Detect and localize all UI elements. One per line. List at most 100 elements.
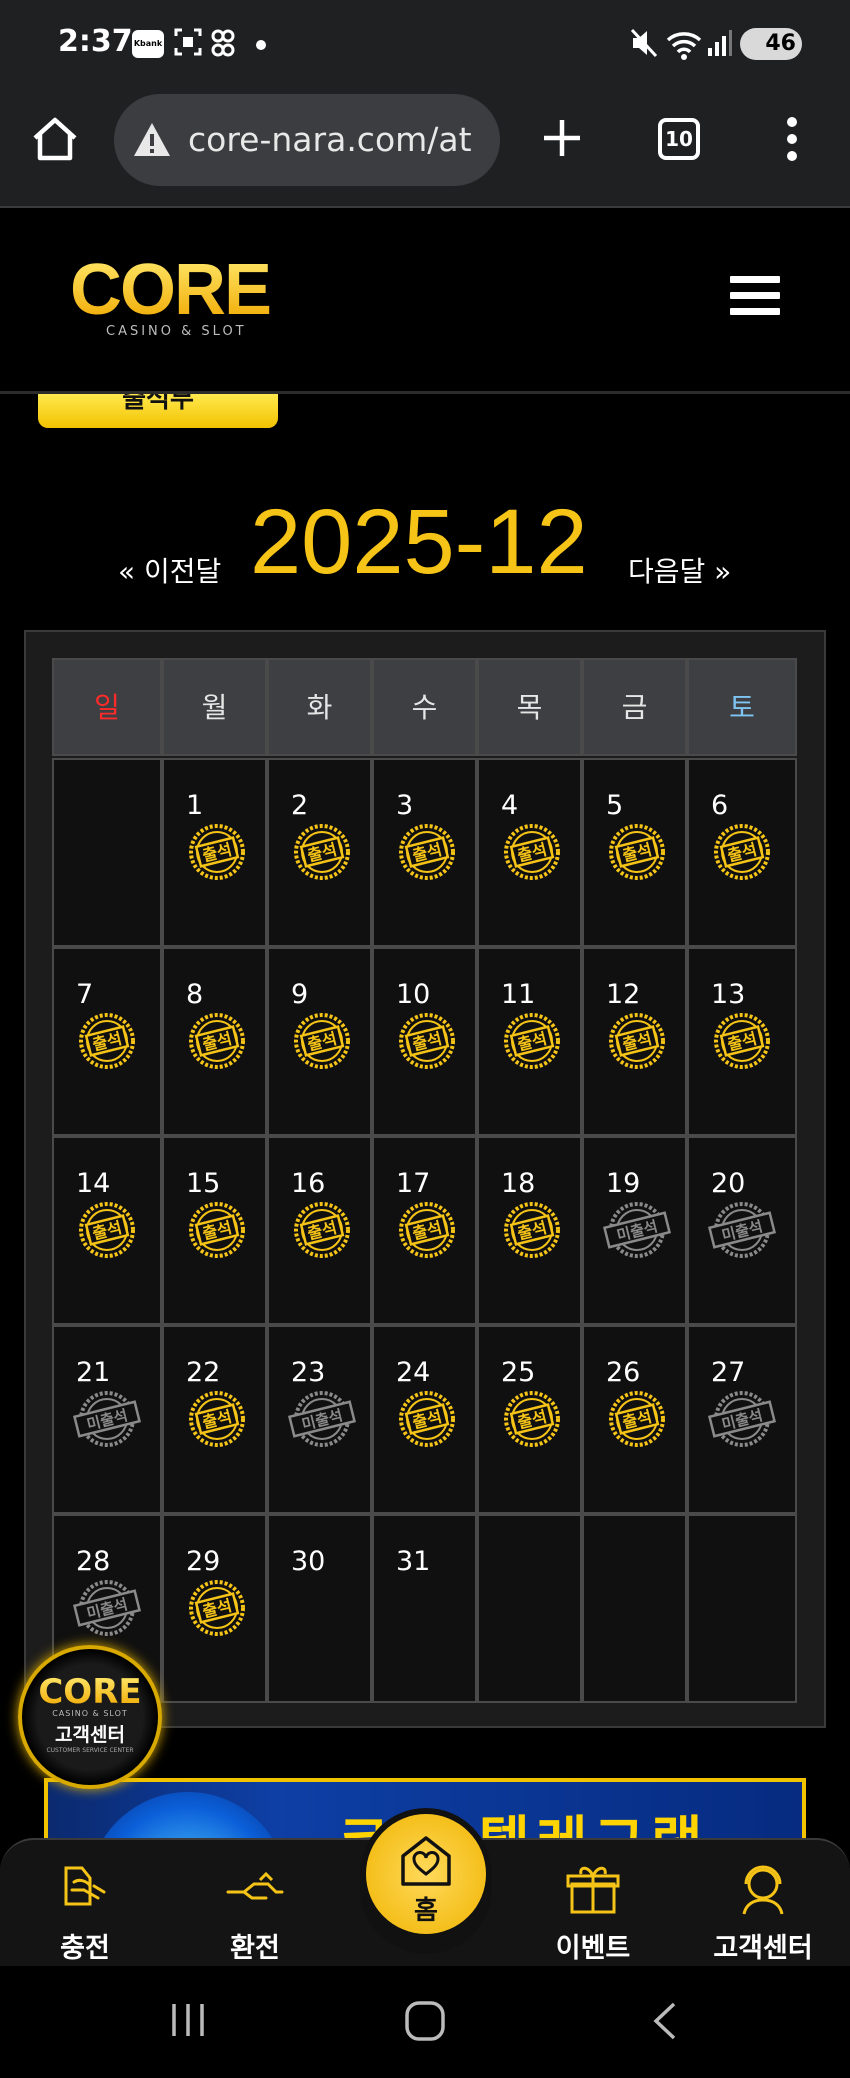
- nav-event[interactable]: 이벤트: [528, 1858, 658, 1965]
- calendar-day-cell: 23 미출석: [267, 1325, 372, 1514]
- calendar-day-cell: 13 출석: [687, 947, 797, 1136]
- absent-stamp-icon: 미출석: [707, 1391, 777, 1447]
- status-bar: 2:37 Kbank 46: [0, 0, 850, 90]
- calendar-day-cell: 20 미출석: [687, 1136, 797, 1325]
- attendance-book-label: 출석부: [122, 394, 194, 414]
- nav-home-label: 홈: [414, 1896, 438, 1926]
- attended-stamp-icon: 출석: [399, 824, 455, 880]
- day-number: 11: [501, 979, 536, 1010]
- day-number: 23: [291, 1357, 326, 1388]
- link-icon: [211, 29, 235, 57]
- nav-support-label: 고객센터: [713, 1933, 813, 1964]
- prev-month-link[interactable]: « 이전달: [118, 550, 221, 590]
- nav-deposit[interactable]: 충전: [20, 1858, 150, 1965]
- site-header: CORE CASINO & SLOT: [0, 208, 850, 394]
- weekday-header: 월: [162, 658, 267, 756]
- gift-icon: [566, 1866, 620, 1914]
- attended-stamp-icon: 출석: [609, 1013, 665, 1069]
- dot-icon: [256, 40, 266, 50]
- attended-stamp-icon: 출석: [294, 1013, 350, 1069]
- calendar-day-cell: 16 출석: [267, 1136, 372, 1325]
- support-agent-icon: [742, 1865, 784, 1915]
- calendar-day-cell: 7 출석: [52, 947, 162, 1136]
- calendar-day-cell: 19 미출석: [582, 1136, 687, 1325]
- menu-icon[interactable]: [730, 276, 780, 320]
- day-number: 28: [76, 1546, 111, 1577]
- recents-icon[interactable]: [168, 2000, 208, 2040]
- absent-stamp-icon: 미출석: [72, 1580, 142, 1636]
- attended-stamp-icon: 출석: [79, 1013, 135, 1069]
- day-number: 15: [186, 1168, 221, 1199]
- calendar-day-cell: 9 출석: [267, 947, 372, 1136]
- weekday-header: 화: [267, 658, 372, 756]
- url-text[interactable]: core-nara.com/at: [188, 120, 488, 159]
- weekday-header: 목: [477, 658, 582, 756]
- attended-stamp-icon: 출석: [399, 1202, 455, 1258]
- absent-stamp-icon: 미출석: [72, 1391, 142, 1447]
- deposit-icon: [64, 1866, 106, 1906]
- calendar-day-cell: 3 출석: [372, 758, 477, 947]
- calendar-day-cell: [52, 758, 162, 947]
- home-icon[interactable]: [30, 114, 80, 164]
- home-circle-icon[interactable]: [404, 2000, 446, 2042]
- calendar-day-cell: 12 출석: [582, 947, 687, 1136]
- day-number: 13: [711, 979, 746, 1010]
- calendar-day-cell: 4 출석: [477, 758, 582, 947]
- customer-service-badge[interactable]: CORE CASINO & SLOT 고객센터 CUSTOMER SERVICE…: [18, 1645, 162, 1789]
- calendar-day-cell: 14 출석: [52, 1136, 162, 1325]
- day-number: 30: [291, 1546, 326, 1577]
- day-number: 10: [396, 979, 431, 1010]
- nav-support[interactable]: 고객센터: [698, 1858, 828, 1965]
- calendar-day-cell: 11 출석: [477, 947, 582, 1136]
- calendar-day-cell: 6 출석: [687, 758, 797, 947]
- calendar-day-cell: 2 출석: [267, 758, 372, 947]
- calendar-day-cell: 17 출석: [372, 1136, 477, 1325]
- home-button[interactable]: 홈: [366, 1814, 486, 1934]
- attended-stamp-icon: 출석: [189, 1580, 245, 1636]
- attended-stamp-icon: 출석: [189, 824, 245, 880]
- wifi-icon: [666, 32, 702, 60]
- weekday-header: 토: [687, 658, 797, 756]
- core-logo[interactable]: CORE CASINO & SLOT: [70, 254, 290, 350]
- signal-icon: [708, 30, 732, 56]
- nav-home[interactable]: 홈: [360, 1808, 492, 1954]
- cs-logo: CORE: [22, 1675, 158, 1709]
- calendar-day-cell: 24 출석: [372, 1325, 477, 1514]
- month-navigation: « 이전달 2025-12 다음달 »: [0, 490, 850, 600]
- day-number: 5: [606, 790, 624, 821]
- browser-toolbar: core-nara.com/at 10: [0, 90, 850, 208]
- day-number: 19: [606, 1168, 641, 1199]
- status-time: 2:37: [58, 24, 133, 59]
- nav-withdraw[interactable]: 환전: [190, 1858, 320, 1965]
- next-month-link[interactable]: 다음달 »: [628, 550, 731, 590]
- address-bar[interactable]: core-nara.com/at: [114, 94, 500, 186]
- attended-stamp-icon: 출석: [504, 1202, 560, 1258]
- attended-stamp-icon: 출석: [79, 1202, 135, 1258]
- absent-stamp-icon: 미출석: [287, 1391, 357, 1447]
- calendar-day-cell: 26 출석: [582, 1325, 687, 1514]
- day-number: 27: [711, 1357, 746, 1388]
- attended-stamp-icon: 출석: [189, 1202, 245, 1258]
- day-number: 21: [76, 1357, 111, 1388]
- battery-icon: 46: [740, 28, 802, 60]
- weekday-header: 일: [52, 658, 162, 756]
- day-number: 7: [76, 979, 94, 1010]
- attendance-book-button[interactable]: 출석부: [38, 394, 278, 428]
- back-icon[interactable]: [648, 2000, 680, 2042]
- day-number: 3: [396, 790, 414, 821]
- tabs-icon[interactable]: 10: [658, 118, 700, 160]
- plus-icon[interactable]: [540, 116, 584, 160]
- calendar-day-cell: 22 출석: [162, 1325, 267, 1514]
- day-number: 1: [186, 790, 204, 821]
- attended-stamp-icon: 출석: [294, 824, 350, 880]
- calendar-day-cell: 1 출석: [162, 758, 267, 947]
- warning-icon[interactable]: [132, 120, 172, 160]
- logo-word: CORE: [70, 254, 290, 326]
- attended-stamp-icon: 출석: [504, 1391, 560, 1447]
- attended-stamp-icon: 출석: [504, 824, 560, 880]
- attended-stamp-icon: 출석: [504, 1013, 560, 1069]
- more-vert-icon[interactable]: [782, 114, 802, 164]
- attended-stamp-icon: 출석: [294, 1202, 350, 1258]
- calendar-day-cell: 29 출석: [162, 1514, 267, 1703]
- calendar-day-cell: [687, 1514, 797, 1703]
